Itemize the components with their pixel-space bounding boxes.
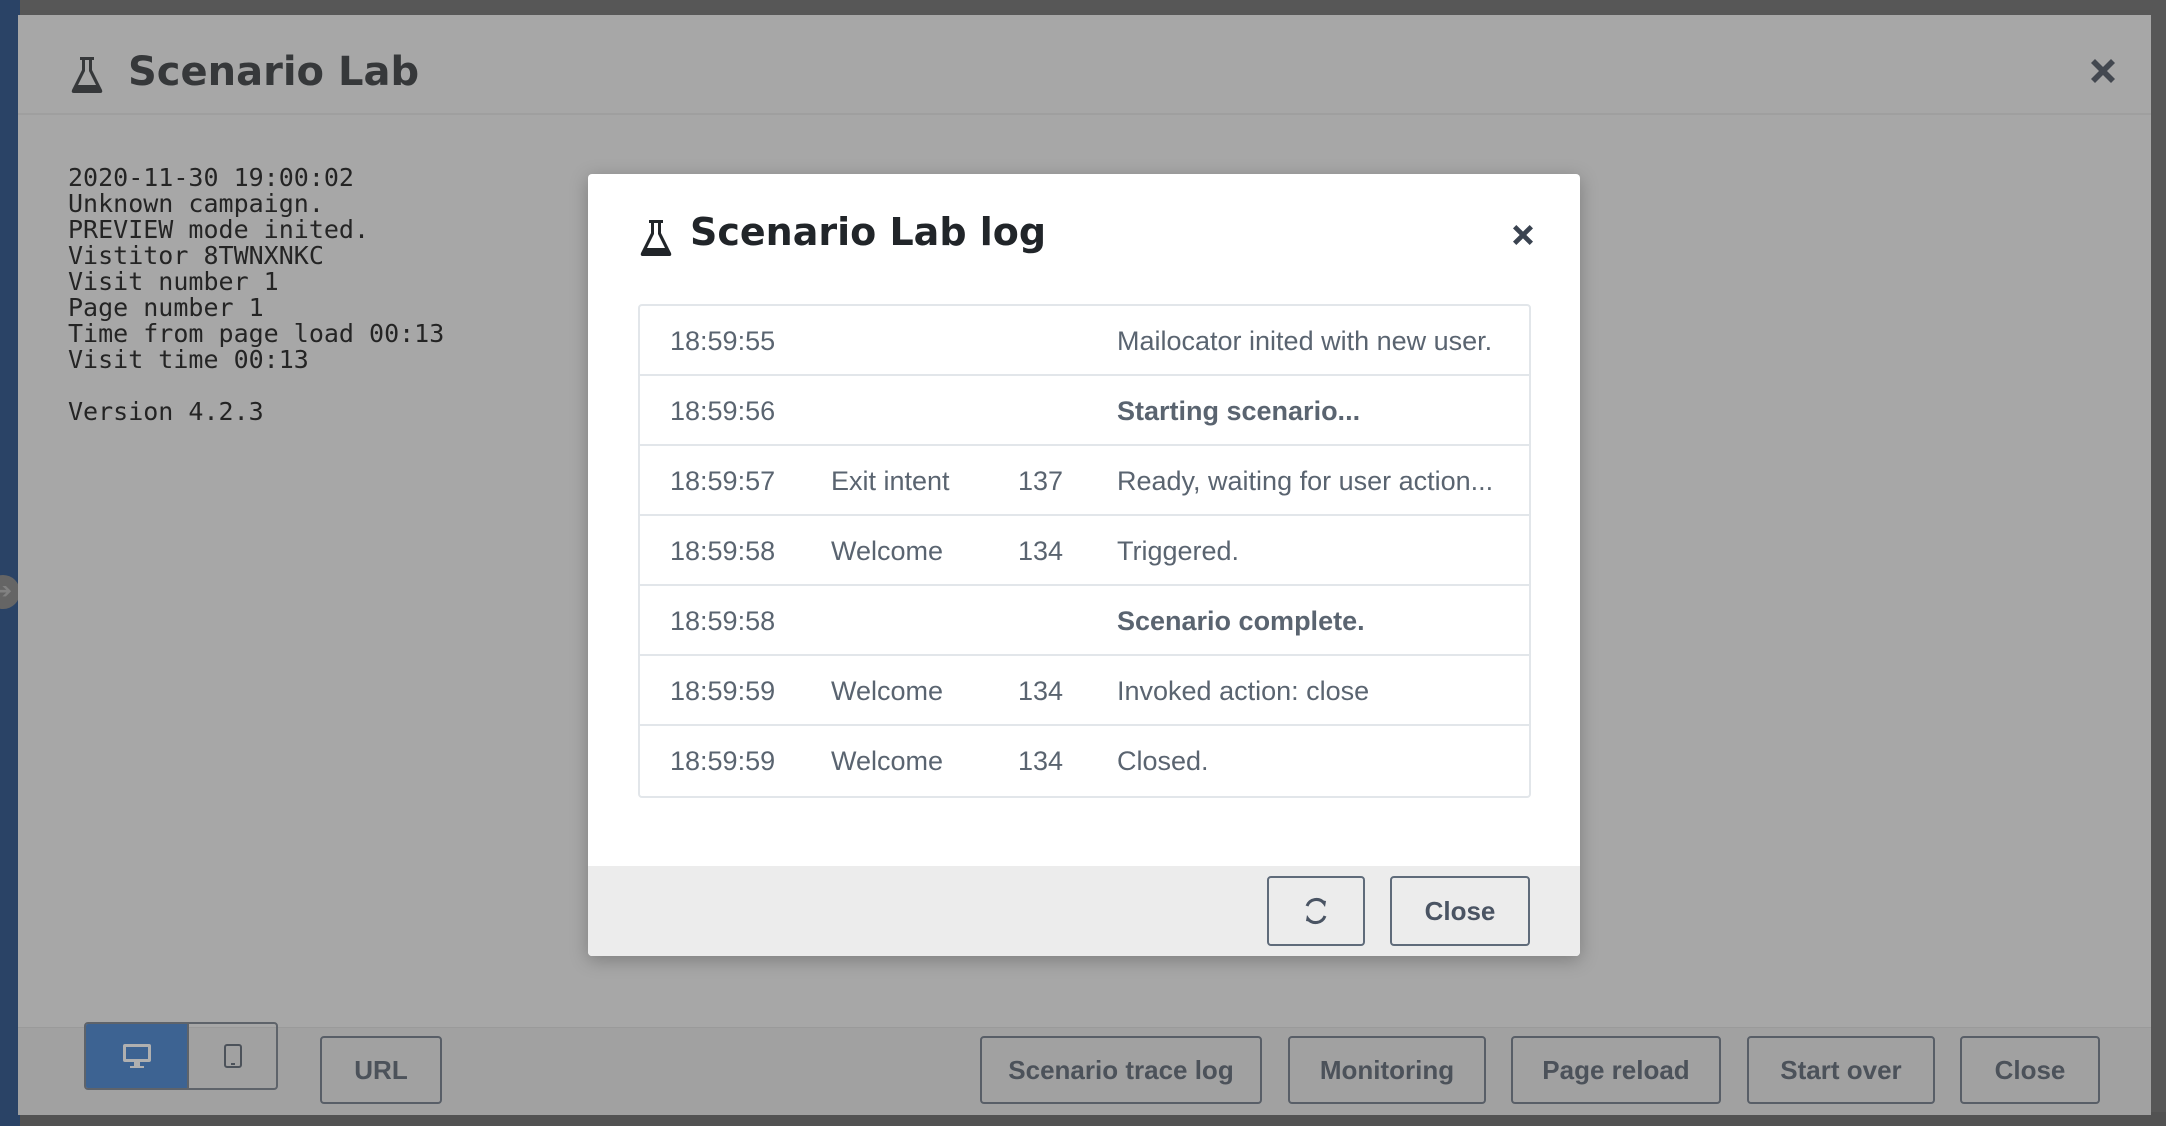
table-row: 18:59:57 Exit intent 137 Ready, waiting … bbox=[640, 446, 1529, 516]
log-message: Starting scenario... bbox=[1117, 396, 1361, 426]
log-id: 134 bbox=[1018, 676, 1064, 706]
log-time: 18:59:59 bbox=[670, 676, 776, 706]
close-icon[interactable] bbox=[1508, 220, 1538, 250]
log-time: 18:59:59 bbox=[670, 746, 776, 776]
log-time: 18:59:56 bbox=[670, 396, 776, 426]
refresh-icon bbox=[1305, 898, 1327, 924]
log-time: 18:59:58 bbox=[670, 606, 776, 636]
log-modal: Scenario Lab log 18:59:55 Mailocator ini… bbox=[588, 174, 1580, 956]
table-row: 18:59:58 Scenario complete. bbox=[640, 586, 1529, 656]
log-time: 18:59:57 bbox=[670, 466, 776, 496]
table-row: 18:59:58 Welcome 134 Triggered. bbox=[640, 516, 1529, 586]
log-id: 137 bbox=[1018, 466, 1064, 496]
log-time: 18:59:58 bbox=[670, 536, 776, 566]
log-table: 18:59:55 Mailocator inited with new user… bbox=[638, 304, 1531, 798]
modal-title: Scenario Lab log bbox=[690, 210, 1047, 254]
log-id: 134 bbox=[1018, 746, 1064, 776]
table-row: 18:59:59 Welcome 134 Closed. bbox=[640, 726, 1529, 796]
refresh-button[interactable] bbox=[1267, 876, 1365, 946]
modal-close-button[interactable]: Close bbox=[1390, 876, 1530, 946]
flask-icon bbox=[640, 220, 672, 256]
log-id: 134 bbox=[1018, 536, 1064, 566]
table-row: 18:59:59 Welcome 134 Invoked action: clo… bbox=[640, 656, 1529, 726]
log-message: Triggered. bbox=[1117, 536, 1240, 566]
log-time: 18:59:55 bbox=[670, 326, 776, 356]
table-row: 18:59:56 Starting scenario... bbox=[640, 376, 1529, 446]
table-row: 18:59:55 Mailocator inited with new user… bbox=[640, 306, 1529, 376]
log-message: Ready, waiting for user action... bbox=[1117, 466, 1494, 496]
log-message: Scenario complete. bbox=[1117, 606, 1365, 636]
log-campaign: Welcome bbox=[831, 676, 944, 706]
log-message: Mailocator inited with new user. bbox=[1117, 326, 1493, 356]
log-campaign: Welcome bbox=[831, 746, 944, 776]
log-message: Invoked action: close bbox=[1117, 676, 1370, 706]
log-campaign: Exit intent bbox=[831, 466, 950, 496]
log-campaign: Welcome bbox=[831, 536, 944, 566]
log-message: Closed. bbox=[1117, 746, 1209, 776]
